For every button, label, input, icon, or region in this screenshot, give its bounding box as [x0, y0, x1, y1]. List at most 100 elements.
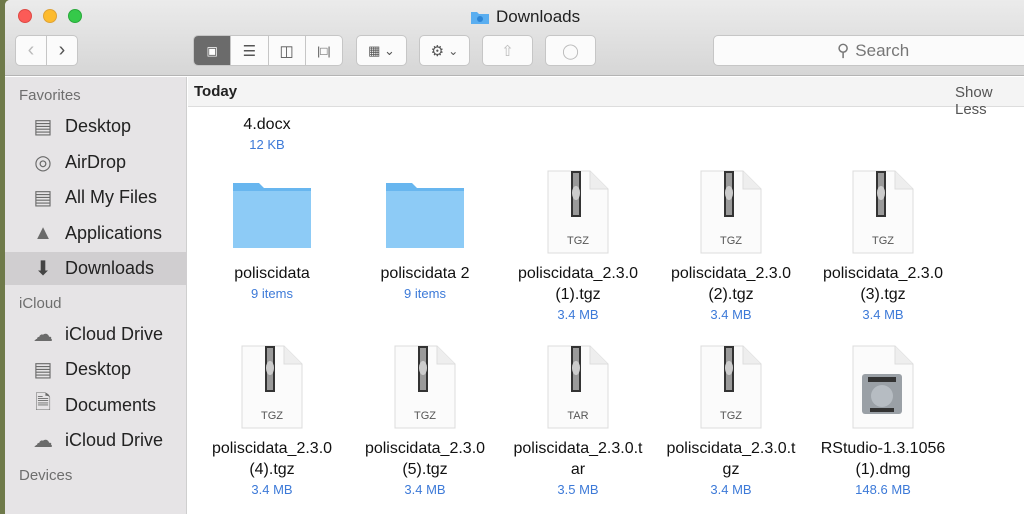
documents-icon: 🗎 — [34, 392, 52, 414]
column-view-button[interactable]: ◫ — [267, 36, 305, 65]
airdrop-icon: ◎ — [34, 151, 52, 174]
file-item[interactable]: poliscidata 9 items — [197, 169, 347, 304]
file-item[interactable]: TGZ poliscidata_2.3.0 (3).tgz 3.4 MB — [808, 169, 958, 325]
forward-button[interactable]: › — [46, 36, 77, 65]
file-item[interactable]: TGZ poliscidata_2.3.0.tgz 3.4 MB — [656, 344, 806, 500]
file-item[interactable]: TGZ poliscidata_2.3.0 (5).tgz 3.4 MB — [350, 344, 500, 500]
archive-file-icon: TGZ — [394, 345, 456, 429]
action-gear-button[interactable]: ⚙ ⌄ — [419, 35, 470, 66]
arrange-button[interactable]: ▦ ⌄ — [356, 35, 407, 66]
sidebar: Favorites ▤ Desktop ◎ AirDrop ▤ All My Files ▲ A… — [5, 77, 187, 514]
sidebar-section-header: iCloud — [19, 294, 62, 312]
file-name-line2: (2).tgz — [708, 286, 754, 303]
sidebar-item-label: iCloud Drive — [65, 323, 164, 344]
title-text: Downloads — [496, 7, 581, 26]
file-name-line2: (5).tgz — [402, 461, 448, 478]
file-name-line1: poliscidata_2.3.0 — [670, 265, 792, 282]
file-size: 3.4 MB — [404, 482, 446, 497]
file-item[interactable]: TAR poliscidata_2.3.0.tar 3.5 MB — [503, 344, 653, 500]
sidebar-item-icloud-drive[interactable]: ☁ iCloud Drive — [5, 318, 187, 351]
close-button[interactable] — [18, 9, 32, 23]
minimize-button[interactable] — [43, 9, 57, 23]
cloud-icon: ☁ — [33, 323, 53, 346]
file-name-line1: poliscidata_2.3.0 — [211, 440, 333, 457]
file-item-partial[interactable]: 4.docx 12 KB — [192, 114, 342, 155]
share-button[interactable]: ⇧ — [482, 35, 533, 66]
file-type-badge: TGZ — [567, 235, 589, 247]
file-name-line1: poliscidata_2.3.0.t — [666, 440, 796, 457]
toolbar: Downloads ‹ › ▣ ☰ ◫ |□| ▦ ⌄ ⚙ ⌄ ⇧ ◯ ⚲ Se… — [5, 0, 1024, 76]
search-icon: ⚲ — [836, 40, 850, 60]
file-item[interactable]: TGZ poliscidata_2.3.0 (1).tgz 3.4 MB — [503, 169, 653, 325]
sidebar-section-header: Favorites — [19, 87, 81, 104]
file-type-badge: TGZ — [261, 410, 283, 422]
file-name-line2: (4).tgz — [249, 461, 295, 478]
file-size: 3.5 MB — [557, 482, 599, 497]
file-size: 12 KB — [249, 137, 285, 152]
file-type-badge: TGZ — [414, 410, 436, 422]
file-size: 3.4 MB — [557, 307, 599, 322]
coverflow-view-button[interactable]: |□| — [304, 36, 342, 65]
search-placeholder: Search — [855, 40, 910, 60]
file-name-line1: poliscidata — [234, 265, 310, 282]
file-name-line2: (3).tgz — [860, 286, 906, 303]
folder-icon — [386, 183, 464, 248]
nav-buttons: ‹ › — [15, 35, 78, 66]
file-name-line2: ar — [570, 461, 586, 478]
file-type-badge: TGZ — [720, 235, 742, 247]
file-name-line2: (1).dmg — [855, 461, 911, 478]
all-files-icon: ▤ — [33, 187, 53, 209]
sidebar-item-label: iCloud Drive — [65, 430, 164, 450]
sidebar-item-documents[interactable]: 🗎 Documents — [5, 389, 187, 422]
zoom-button[interactable] — [68, 9, 82, 23]
file-size: 3.4 MB — [862, 307, 904, 322]
sidebar-item-label: Documents — [65, 394, 157, 415]
search-input[interactable]: ⚲ Search — [713, 35, 1024, 66]
sidebar-item-label: Downloads — [65, 258, 155, 278]
sidebar-item-applications[interactable]: ▲ Applications — [5, 217, 187, 250]
file-name-line1: poliscidata_2.3.0 — [364, 440, 486, 457]
folder-icon — [471, 12, 489, 24]
file-name-line1: poliscidata_2.3.0 — [517, 265, 639, 282]
file-size: 3.4 MB — [710, 482, 752, 497]
archive-file-icon: TGZ — [852, 170, 914, 254]
list-view-button[interactable]: ☰ — [230, 36, 267, 65]
back-button[interactable]: ‹ — [16, 36, 46, 65]
file-size: 9 items — [251, 286, 293, 301]
file-name: 4.docx — [243, 116, 291, 133]
archive-file-icon: TAR — [547, 345, 609, 429]
file-item[interactable]: RStudio-1.3.1056 (1).dmg 148.6 MB — [808, 344, 958, 500]
file-grid: Today Show Less 4.docx 12 KB poliscidata… — [188, 77, 1024, 514]
downloads-icon: ⬇ — [34, 258, 52, 280]
sidebar-item-desktop[interactable]: ▤ Desktop — [5, 110, 187, 143]
sidebar-item-downloads[interactable]: ⬇ Downloads — [5, 252, 187, 285]
sidebar-item-label: All My Files — [65, 187, 158, 207]
file-item[interactable]: TGZ poliscidata_2.3.0 (2).tgz 3.4 MB — [656, 169, 806, 325]
tags-button[interactable]: ◯ — [545, 35, 596, 66]
sidebar-item-desktop[interactable]: ▤ Desktop — [5, 353, 187, 386]
file-size: 9 items — [404, 286, 446, 301]
archive-file-icon: TGZ — [700, 170, 762, 254]
file-name-line2: gz — [722, 461, 740, 478]
archive-file-icon: TGZ — [700, 345, 762, 429]
sidebar-item-icloud-drive[interactable]: ☁ iCloud Drive — [5, 424, 187, 457]
show-less-button[interactable]: Show Less — [955, 84, 1024, 118]
file-item[interactable]: TGZ poliscidata_2.3.0 (4).tgz 3.4 MB — [197, 344, 347, 500]
sidebar-item-all-my-files[interactable]: ▤ All My Files — [5, 181, 187, 214]
sidebar-item-label: AirDrop — [65, 151, 127, 172]
finder-window: Downloads ‹ › ▣ ☰ ◫ |□| ▦ ⌄ ⚙ ⌄ ⇧ ◯ ⚲ Se… — [5, 0, 1024, 514]
file-name-line1: poliscidata_2.3.0 — [822, 265, 944, 282]
file-name-line1: RStudio-1.3.1056 — [820, 440, 946, 457]
file-type-badge: TGZ — [872, 235, 894, 247]
file-item[interactable]: poliscidata 2 9 items — [350, 169, 500, 304]
sidebar-item-label: Applications — [65, 222, 163, 243]
sidebar-item-airdrop[interactable]: ◎ AirDrop — [5, 146, 187, 179]
file-type-badge: TAR — [567, 410, 588, 422]
folder-icon — [233, 183, 311, 248]
view-mode-control: ▣ ☰ ◫ |□| — [193, 35, 343, 66]
sidebar-section-header: Devices — [19, 466, 73, 484]
cloud-icon: ☁ — [33, 430, 53, 452]
disk-image-icon — [852, 345, 914, 429]
icon-view-button[interactable]: ▣ — [194, 36, 231, 65]
file-name-line1: poliscidata_2.3.0.t — [513, 440, 643, 457]
